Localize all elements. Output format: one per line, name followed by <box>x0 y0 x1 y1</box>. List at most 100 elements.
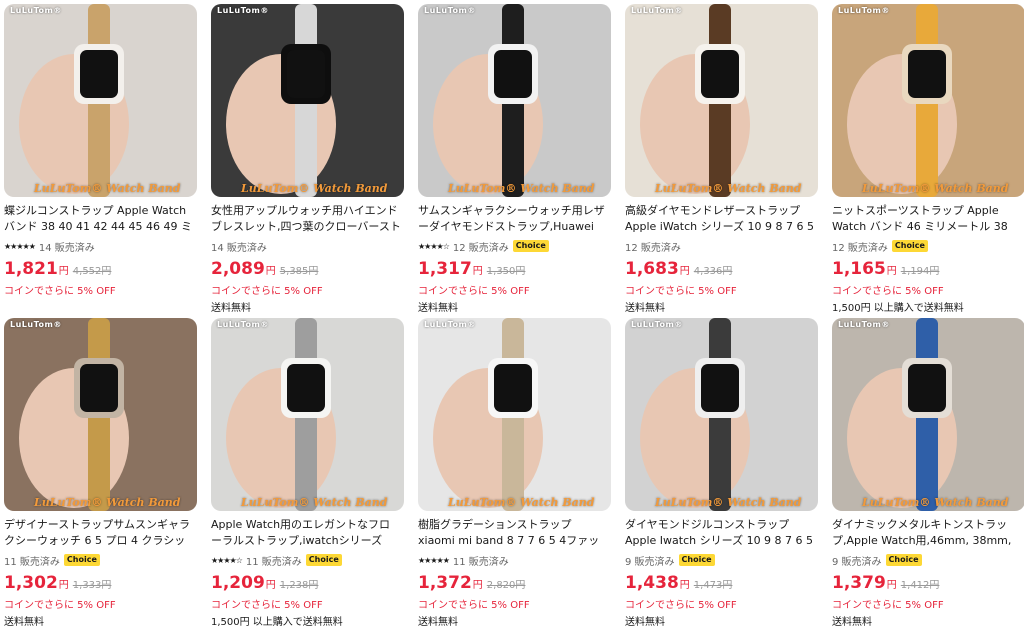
product-title[interactable]: ダイナミックメタルキトンストラップ,Apple Watch用,46mm, 38m… <box>832 517 1022 549</box>
shipping-info: 送料無料 <box>4 617 44 628</box>
price-row: 2,089 円 5,385円 <box>211 259 404 279</box>
sale-price: 1,165 <box>832 259 886 279</box>
coin-discount: コインでさらに 5% OFF <box>4 286 116 297</box>
rating-row: 11 販売済み Choice <box>4 553 197 568</box>
watermark: LuLuTom® Watch Band <box>448 182 595 195</box>
brand-logo: LuLuTom® <box>838 6 890 15</box>
choice-badge: Choice <box>63 554 100 566</box>
product-title[interactable]: 蝶ジルコンストラップ Apple Watch バンド 38 40 41 42 4… <box>4 203 194 235</box>
product-image[interactable]: LuLuTom® LuLuTom® Watch Band <box>211 318 404 511</box>
product-title[interactable]: Apple Watch用のエレガントなフローラルストラップ,iwatchシリーズ… <box>211 517 401 549</box>
sale-price: 1,372 <box>418 573 472 593</box>
product-card[interactable]: LuLuTom® LuLuTom® Watch Band デザイナーストラップサ… <box>4 318 197 632</box>
product-image[interactable]: LuLuTom® LuLuTom® Watch Band <box>832 318 1024 511</box>
product-image[interactable]: LuLuTom® LuLuTom® Watch Band <box>211 4 404 197</box>
product-image[interactable]: LuLuTom® LuLuTom® Watch Band <box>418 4 611 197</box>
shipping-info: 送料無料 <box>418 303 458 314</box>
product-title[interactable]: サムスンギャラクシーウォッチ用レザーダイヤモンドストラップ,Huawei Wat… <box>418 203 608 235</box>
currency-label: 円 <box>58 266 69 277</box>
original-price: 4,552円 <box>72 266 112 277</box>
watermark: LuLuTom® Watch Band <box>655 182 802 195</box>
product-card[interactable]: LuLuTom® LuLuTom® Watch Band 女性用アップルウォッチ… <box>211 4 404 318</box>
currency-label: 円 <box>886 580 897 591</box>
shipping-info: 1,500円 以上購入で送料無料 <box>211 617 343 628</box>
product-card[interactable]: LuLuTom® LuLuTom® Watch Band Apple Watch… <box>211 318 404 632</box>
currency-label: 円 <box>265 580 276 591</box>
product-photo <box>625 318 818 511</box>
product-title[interactable]: デザイナーストラップサムスンギャラクシーウォッチ 6 5 プロ 4 クラシック … <box>4 517 194 549</box>
coin-discount: コインでさらに 5% OFF <box>625 286 737 297</box>
watermark: LuLuTom® Watch Band <box>655 496 802 509</box>
product-title[interactable]: 高級ダイヤモンドレザーストラップ Apple iWatch シリーズ 10 9 … <box>625 203 815 235</box>
original-price: 1,412円 <box>900 580 940 591</box>
brand-logo: LuLuTom® <box>10 320 62 329</box>
coin-discount: コインでさらに 5% OFF <box>625 600 737 611</box>
product-photo <box>418 318 611 511</box>
watermark: LuLuTom® Watch Band <box>862 496 1009 509</box>
price-row: 1,438 円 1,473円 <box>625 573 818 593</box>
sale-price: 1,683 <box>625 259 679 279</box>
brand-logo: LuLuTom® <box>838 320 890 329</box>
sold-count: 11 販売済み <box>245 556 302 568</box>
watermark: LuLuTom® Watch Band <box>862 182 1009 195</box>
brand-logo: LuLuTom® <box>631 320 683 329</box>
product-image[interactable]: LuLuTom® LuLuTom® Watch Band <box>418 318 611 511</box>
choice-badge: Choice <box>512 240 549 252</box>
product-card[interactable]: LuLuTom® LuLuTom® Watch Band ニットスポーツストラッ… <box>832 4 1024 318</box>
original-price: 1,194円 <box>900 266 940 277</box>
product-photo <box>418 4 611 197</box>
original-price: 1,238円 <box>279 580 319 591</box>
rating-row: ★★★★★ 14 販売済み <box>4 239 197 254</box>
product-title[interactable]: ダイヤモンドジルコンストラップ Apple Iwatch シリーズ 10 9 8… <box>625 517 815 549</box>
product-card[interactable]: LuLuTom® LuLuTom® Watch Band サムスンギャラクシーウ… <box>418 4 611 318</box>
original-price: 1,350円 <box>486 266 526 277</box>
shipping-info: 送料無料 <box>418 617 458 628</box>
rating-row: 9 販売済み Choice <box>625 553 818 568</box>
product-image[interactable]: LuLuTom® LuLuTom® Watch Band <box>832 4 1024 197</box>
currency-label: 円 <box>265 266 276 277</box>
sale-price: 2,089 <box>211 259 265 279</box>
product-photo <box>832 318 1024 511</box>
product-title[interactable]: 樹脂グラデーションストラップxiaomi mi band 8 7 7 6 5 4… <box>418 517 608 549</box>
original-price: 1,333円 <box>72 580 112 591</box>
product-card[interactable]: LuLuTom® LuLuTom® Watch Band ダイヤモンドジルコンス… <box>625 318 818 632</box>
brand-logo: LuLuTom® <box>424 6 476 15</box>
choice-badge: Choice <box>305 554 342 566</box>
product-image[interactable]: LuLuTom® LuLuTom® Watch Band <box>625 4 818 197</box>
product-card[interactable]: LuLuTom® LuLuTom® Watch Band 蝶ジルコンストラップ … <box>4 4 197 318</box>
original-price: 5,385円 <box>279 266 319 277</box>
price-row: 1,683 円 4,336円 <box>625 259 818 279</box>
watermark: LuLuTom® Watch Band <box>241 496 388 509</box>
sale-price: 1,438 <box>625 573 679 593</box>
watermark: LuLuTom® Watch Band <box>34 182 181 195</box>
rating-row: ★★★★☆ 11 販売済み Choice <box>211 553 404 568</box>
product-card[interactable]: LuLuTom® LuLuTom® Watch Band ダイナミックメタルキト… <box>832 318 1024 632</box>
brand-logo: LuLuTom® <box>217 6 269 15</box>
currency-label: 円 <box>679 266 690 277</box>
sold-count: 14 販売済み <box>38 242 95 254</box>
sold-count: 12 販売済み <box>832 242 888 254</box>
price-row: 1,209 円 1,238円 <box>211 573 404 593</box>
currency-label: 円 <box>472 580 483 591</box>
product-image[interactable]: LuLuTom® LuLuTom® Watch Band <box>4 4 197 197</box>
choice-badge: Choice <box>678 554 715 566</box>
product-photo <box>832 4 1024 197</box>
shipping-info: 1,500円 以上購入で送料無料 <box>832 303 964 314</box>
price-row: 1,821 円 4,552円 <box>4 259 197 279</box>
shipping-info: 送料無料 <box>625 617 665 628</box>
product-image[interactable]: LuLuTom® LuLuTom® Watch Band <box>625 318 818 511</box>
sale-price: 1,317 <box>418 259 472 279</box>
product-card[interactable]: LuLuTom® LuLuTom® Watch Band 高級ダイヤモンドレザー… <box>625 4 818 318</box>
product-image[interactable]: LuLuTom® LuLuTom® Watch Band <box>4 318 197 511</box>
shipping-info: 送料無料 <box>832 617 872 628</box>
coin-discount: コインでさらに 5% OFF <box>4 600 116 611</box>
choice-badge: Choice <box>891 240 928 252</box>
product-photo <box>211 4 404 197</box>
price-row: 1,379 円 1,412円 <box>832 573 1024 593</box>
price-row: 1,165 円 1,194円 <box>832 259 1024 279</box>
product-title[interactable]: 女性用アップルウォッチ用ハイエンドブレスレット,四つ葉のクローバーストラップ,i… <box>211 203 401 235</box>
sale-price: 1,821 <box>4 259 58 279</box>
product-photo <box>625 4 818 197</box>
product-title[interactable]: ニットスポーツストラップ Apple Watch バンド 46 ミリメートル 3… <box>832 203 1022 235</box>
product-card[interactable]: LuLuTom® LuLuTom® Watch Band 樹脂グラデーションスト… <box>418 318 611 632</box>
